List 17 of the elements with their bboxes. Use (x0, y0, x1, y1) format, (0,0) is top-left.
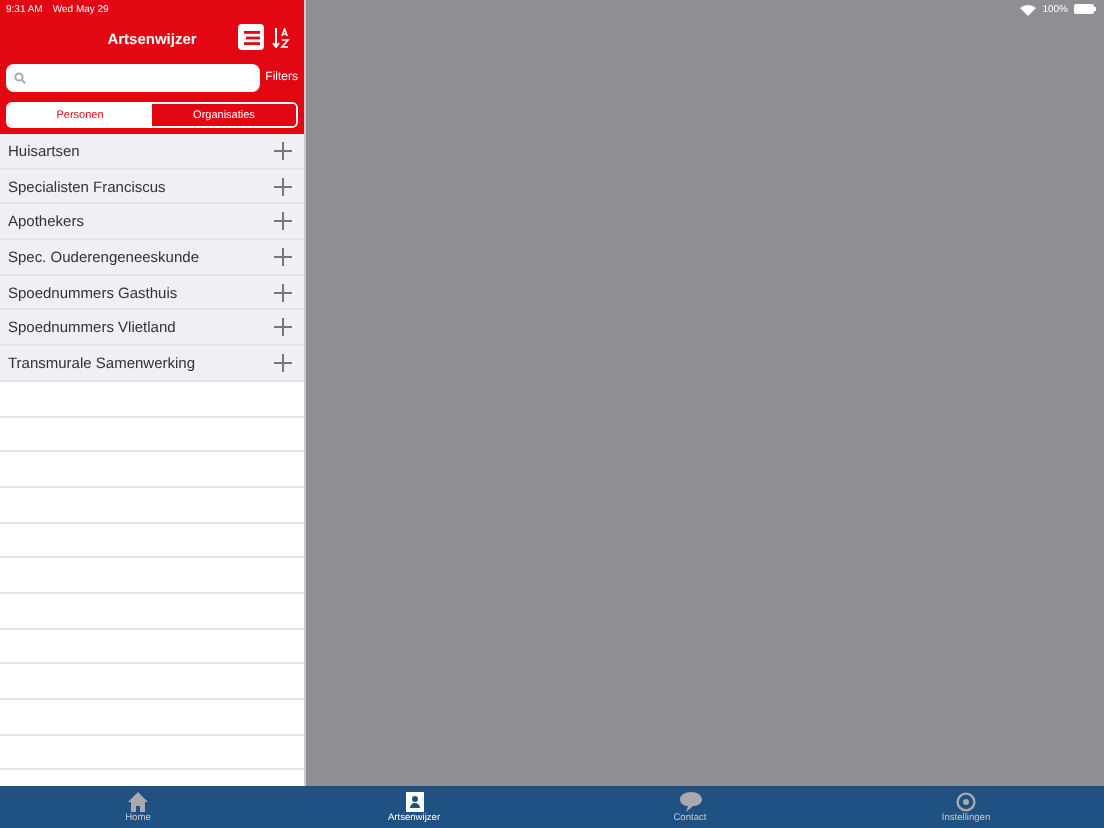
plus-icon[interactable] (274, 247, 292, 266)
list-view-button[interactable] (238, 24, 264, 50)
sort-icon[interactable] (272, 28, 290, 48)
settings-icon (956, 791, 976, 811)
plus-icon[interactable] (274, 353, 292, 372)
plus-icon[interactable] (274, 177, 292, 196)
house-icon (128, 791, 148, 811)
plus-icon[interactable] (274, 212, 292, 231)
wifi-icon (1020, 3, 1037, 15)
search-icon (14, 72, 26, 84)
speech-bubble-icon (679, 791, 701, 811)
plus-icon[interactable] (274, 141, 292, 160)
search-field[interactable] (6, 64, 260, 92)
battery-icon (1074, 4, 1096, 14)
plus-icon[interactable] (274, 283, 292, 302)
person-card-icon (405, 791, 423, 811)
plus-icon[interactable] (274, 318, 292, 337)
